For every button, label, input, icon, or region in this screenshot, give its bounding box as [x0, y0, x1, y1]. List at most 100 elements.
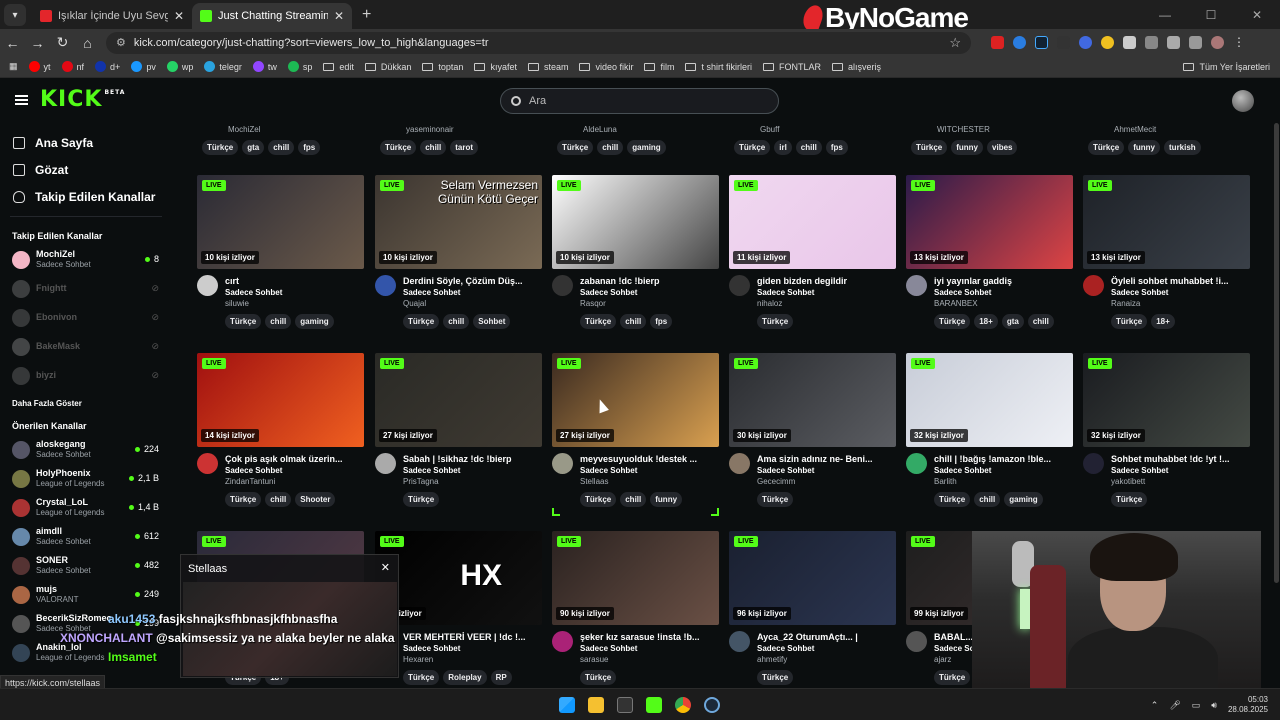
- tag[interactable]: Türkçe: [580, 492, 617, 507]
- close-tab-icon[interactable]: ✕: [334, 9, 344, 23]
- stream-card[interactable]: LIVE Selam Vermezsen Günün Kötü Geçer 10 ki…: [375, 175, 542, 329]
- stream-category[interactable]: Sadece Sohbet: [403, 287, 540, 298]
- tag[interactable]: fps: [825, 140, 848, 155]
- tag[interactable]: gaming: [627, 140, 666, 155]
- close-tab-icon[interactable]: ✕: [174, 9, 184, 23]
- media-icon[interactable]: [1189, 36, 1202, 49]
- stream-title[interactable]: şeker kız sarasue !insta !b...: [580, 631, 717, 643]
- bookmark-dplus[interactable]: d+: [95, 61, 120, 72]
- tag[interactable]: Türkçe: [403, 492, 440, 507]
- bookmark-tw[interactable]: tw: [252, 61, 277, 72]
- tag[interactable]: Türkçe: [580, 670, 617, 685]
- tag[interactable]: Türkçe: [557, 140, 594, 155]
- channel-avatar[interactable]: [729, 275, 750, 296]
- puzzle-icon[interactable]: [1167, 36, 1180, 49]
- followed-channel[interactable]: Fnightt ⊘: [0, 274, 172, 303]
- tag[interactable]: funny: [1128, 140, 1161, 155]
- partial-card[interactable]: Gbuff Türkçe irl chill fps: [729, 125, 848, 155]
- stream-card[interactable]: LIVE 10 kişi izliyor zabanan !dc !bierp Sad…: [552, 175, 719, 329]
- stream-title[interactable]: Çok pis aşık olmak üzerin...: [225, 453, 362, 465]
- stream-thumbnail[interactable]: LIVE 14 kişi izliyor: [197, 353, 364, 447]
- tag[interactable]: fps: [650, 314, 673, 329]
- profile-icon[interactable]: [1211, 36, 1224, 49]
- browser-tab-1[interactable]: Işıklar İçinde Uyu Sevgili Cem - ✕: [32, 3, 192, 29]
- tag[interactable]: Roleplay: [443, 670, 487, 685]
- windows-start-icon[interactable]: [559, 697, 575, 713]
- mic-icon[interactable]: 🎤︎: [1169, 700, 1180, 711]
- channel-avatar[interactable]: [197, 453, 218, 474]
- tag[interactable]: chill: [795, 140, 822, 155]
- stream-title[interactable]: VER MEHTERİ VEER | !dc !...: [403, 631, 540, 643]
- bookmark-folder[interactable]: toptan: [422, 62, 463, 72]
- stream-card[interactable]: LIVE 13 kişi izliyor iyi yayınlar gaddiş Sa…: [906, 175, 1073, 329]
- forward-icon[interactable]: →: [25, 35, 50, 51]
- channel-name[interactable]: Stellaas: [580, 476, 717, 487]
- tag[interactable]: chill: [268, 140, 295, 155]
- tag[interactable]: chill: [597, 140, 624, 155]
- channel-name[interactable]: Barlith: [934, 476, 1071, 487]
- channel-name[interactable]: Gececimm: [757, 476, 894, 487]
- address-bar[interactable]: ⚙ kick.com/category/just-chatting?sort=v…: [106, 31, 971, 54]
- stream-thumbnail[interactable]: LIVE 13 kişi izliyor: [1083, 175, 1250, 269]
- stream-card[interactable]: LIVE 13 kişi izliyor Öyleli sohbet muhabbe…: [1083, 175, 1250, 329]
- stream-title[interactable]: Ama sizin adınız ne- Beni...: [757, 453, 894, 465]
- extension-icon[interactable]: [1101, 36, 1114, 49]
- tag[interactable]: Türkçe: [225, 314, 262, 329]
- stream-category[interactable]: Sadece Sohbet: [225, 465, 362, 476]
- bookmark-folder[interactable]: film: [644, 62, 674, 72]
- stream-card[interactable]: LIVE 11 kişi izliyor giden bizden degildir…: [729, 175, 896, 329]
- tag[interactable]: Türkçe: [403, 670, 440, 685]
- bookmark-folder[interactable]: edit: [323, 62, 354, 72]
- file-explorer-icon[interactable]: [588, 697, 604, 713]
- minimize-icon[interactable]: —: [1142, 8, 1188, 22]
- search-input[interactable]: [529, 95, 769, 107]
- stream-category[interactable]: Sadece Sohbet: [757, 643, 894, 654]
- extension-icon[interactable]: [1057, 36, 1070, 49]
- stream-card[interactable]: LIVE 14 kişi izliyor Çok pis aşık olmak üz…: [197, 353, 364, 507]
- extension-icon[interactable]: [1145, 36, 1158, 49]
- bookmark-star-icon[interactable]: ☆: [949, 35, 961, 51]
- stream-thumbnail[interactable]: LIVE Selam Vermezsen Günün Kötü Geçer 10 ki…: [375, 175, 542, 269]
- tag[interactable]: chill: [974, 492, 1001, 507]
- stream-thumbnail[interactable]: LIVE 32 kişi izliyor: [906, 353, 1073, 447]
- recommended-channel[interactable]: mujs VALORANT 249: [0, 580, 172, 609]
- stream-card[interactable]: LIVE 96 kişi izliyor Ayca_22 OturumAçtı...…: [729, 531, 896, 685]
- adblock-icon[interactable]: [991, 36, 1004, 49]
- stream-title[interactable]: Öyleli sohbet muhabbet !i...: [1111, 275, 1248, 287]
- tag[interactable]: gaming: [295, 314, 334, 329]
- network-icon[interactable]: ▭: [1192, 700, 1201, 711]
- stream-category[interactable]: Sadece Sohbet: [757, 287, 894, 298]
- channel-avatar[interactable]: [729, 631, 750, 652]
- clock[interactable]: 05:03 28.08.2025: [1228, 695, 1268, 715]
- stream-card[interactable]: LIVE HX kişi izliyor VER MEHTERİ VEER | !dc…: [375, 531, 542, 685]
- stream-title[interactable]: Sabah | !sikhaz !dc !bierp: [403, 453, 540, 465]
- stream-category[interactable]: Sadece Sohbet: [580, 465, 717, 476]
- tag[interactable]: Türkçe: [757, 314, 794, 329]
- channel-avatar[interactable]: [552, 631, 573, 652]
- tag[interactable]: 18+: [1151, 314, 1175, 329]
- partial-card[interactable]: yaseminonair Türkçe chill tarot: [375, 125, 479, 155]
- partial-card[interactable]: AldeLuna Türkçe chill gaming: [552, 125, 666, 155]
- user-avatar[interactable]: [1232, 90, 1254, 112]
- channel-avatar[interactable]: [552, 275, 573, 296]
- channel-avatar[interactable]: [1083, 453, 1104, 474]
- channel-name[interactable]: ZindanTantuni: [225, 476, 362, 487]
- reload-icon[interactable]: ↻: [50, 34, 75, 51]
- stream-thumbnail[interactable]: LIVE 13 kişi izliyor: [906, 175, 1073, 269]
- tag[interactable]: chill: [620, 314, 647, 329]
- channel-avatar[interactable]: [375, 275, 396, 296]
- stream-thumbnail[interactable]: LIVE 27 kişi izliyor: [552, 353, 719, 447]
- stream-card[interactable]: LIVE 90 kişi izliyor şeker kız sarasue !in…: [552, 531, 719, 685]
- stream-title[interactable]: Derdini Söyle, Çözüm Düş...: [403, 275, 540, 287]
- menu-dots-icon[interactable]: ⋮: [1233, 36, 1246, 49]
- followed-channel[interactable]: BakeMask ⊘: [0, 332, 172, 361]
- stream-title[interactable]: meyvesuyuolduk !destek ...: [580, 453, 717, 465]
- kick-logo[interactable]: KICK BETA: [40, 87, 125, 112]
- tag[interactable]: gaming: [1004, 492, 1043, 507]
- stream-thumbnail[interactable]: LIVE 10 kişi izliyor: [552, 175, 719, 269]
- channel-avatar[interactable]: [906, 453, 927, 474]
- recommended-channel[interactable]: SONER Sadece Sohbet 482: [0, 551, 172, 580]
- channel-avatar[interactable]: [906, 631, 927, 652]
- tag[interactable]: Türkçe: [1111, 492, 1148, 507]
- channel-name[interactable]: PrisTagna: [403, 476, 540, 487]
